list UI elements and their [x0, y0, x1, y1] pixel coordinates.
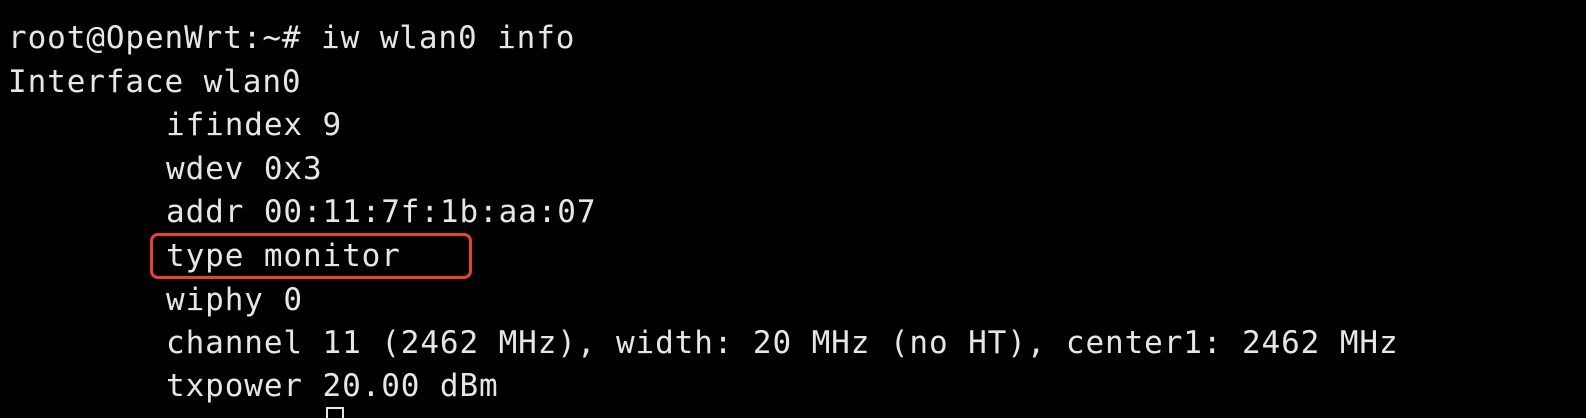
- output-ifindex-line: ifindex 9: [166, 107, 343, 143]
- output-wdev-line: wdev 0x3: [166, 151, 323, 187]
- output-interface-line: Interface wlan0: [8, 64, 302, 100]
- terminal-window[interactable]: root@OpenWrt:~# iw wlan0 info Interface …: [0, 0, 1586, 418]
- terminal-cursor: [326, 407, 344, 418]
- output-addr-line: addr 00:11:7f:1b:aa:07: [166, 194, 597, 230]
- output-channel-line: channel 11 (2462 MHz), width: 20 MHz (no…: [166, 325, 1399, 361]
- output-wiphy-line: wiphy 0: [166, 282, 303, 318]
- type-monitor-highlight-box: [150, 233, 472, 279]
- output-txpower-line: txpower 20.00 dBm: [166, 368, 499, 404]
- command-prompt-line: root@OpenWrt:~# iw wlan0 info: [8, 20, 576, 56]
